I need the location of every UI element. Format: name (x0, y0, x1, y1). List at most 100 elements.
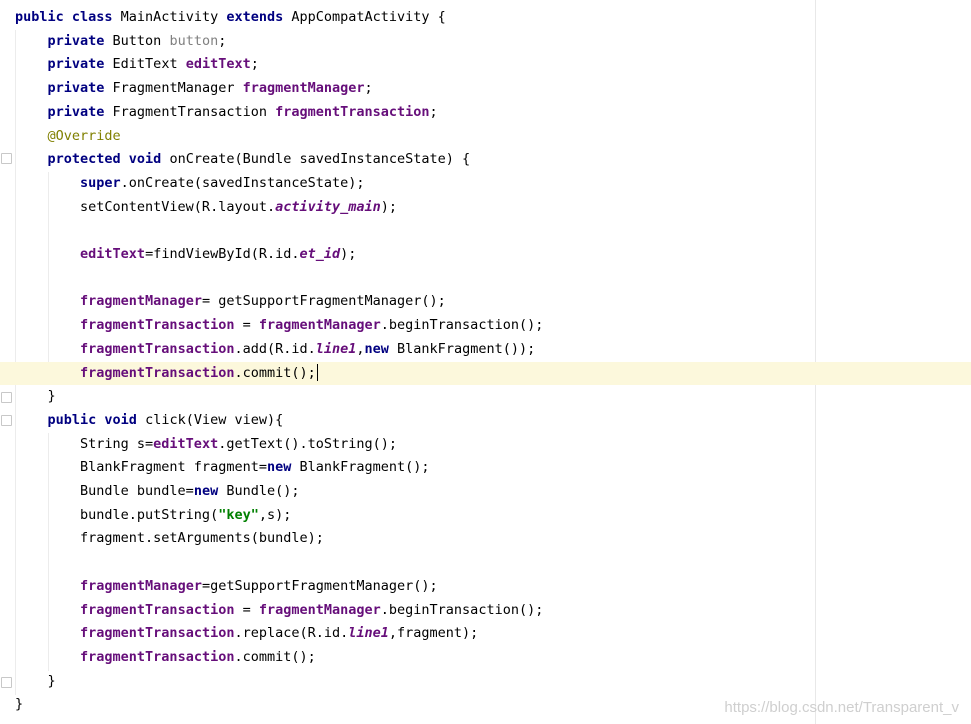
code-token: ,s); (258, 506, 292, 523)
code-token: fragmentTransaction (80, 340, 235, 357)
code-text: setContentView(R.layout.activity_main); (15, 196, 397, 220)
code-token: editText (80, 246, 146, 262)
code-token: } (15, 696, 24, 713)
code-token: fragmentTransaction (80, 625, 235, 642)
code-token: fragmentManager (80, 293, 202, 310)
code-token: .onCreate(savedInstanceState); (120, 174, 365, 191)
code-text: fragmentTransaction.commit(); (15, 362, 319, 386)
code-token: } (15, 388, 56, 405)
code-text: fragmentTransaction.replace(R.id.line1,f… (15, 622, 478, 646)
code-token: fragmentManager (258, 601, 381, 618)
code-text: fragmentTransaction.commit(); (15, 646, 316, 670)
code-line[interactable] (0, 267, 971, 291)
code-line[interactable]: String s=editText.getText().toString(); (0, 433, 971, 457)
code-token: =findViewById(R.id. (145, 246, 300, 262)
code-line[interactable]: bundle.putString("key",s); (0, 504, 971, 528)
code-line[interactable]: setContentView(R.layout.activity_main); (0, 196, 971, 220)
code-line[interactable]: super.onCreate(savedInstanceState); (0, 172, 971, 196)
code-line[interactable]: private FragmentTransaction fragmentTran… (0, 101, 971, 125)
code-token: .beginTransaction(); (380, 601, 544, 618)
code-line[interactable]: fragmentTransaction.replace(R.id.line1,f… (0, 622, 971, 646)
watermark: https://blog.csdn.net/Transparent_v (724, 699, 959, 716)
fold-collapse-icon[interactable] (1, 153, 12, 164)
code-text: @Override (15, 125, 121, 149)
code-token: , (356, 340, 365, 357)
fold-collapse-icon[interactable] (1, 392, 12, 403)
code-token: fragmentManager (258, 317, 381, 334)
code-text: super.onCreate(savedInstanceState); (15, 172, 365, 196)
fold-collapse-icon[interactable] (1, 677, 12, 688)
code-line[interactable]: fragmentTransaction.commit(); (0, 646, 971, 670)
code-token: click(View view){ (145, 411, 284, 428)
code-token: button (169, 32, 219, 49)
code-line[interactable]: } (0, 670, 971, 694)
code-text: public class MainActivity extends AppCom… (15, 6, 446, 30)
code-token: Bundle(); (226, 483, 300, 499)
code-token: new (364, 340, 398, 357)
code-line[interactable]: private Button button; (0, 30, 971, 54)
code-token: .beginTransaction(); (380, 317, 544, 334)
code-editor[interactable]: public class MainActivity extends AppCom… (0, 0, 971, 724)
code-line[interactable]: fragmentTransaction = fragmentManager.be… (0, 599, 971, 623)
code-text: } (15, 670, 56, 694)
code-line[interactable]: private FragmentManager fragmentManager; (0, 77, 971, 101)
code-token: EditText (112, 56, 186, 73)
fold-collapse-icon[interactable] (1, 415, 12, 426)
code-line[interactable]: editText=findViewById(R.id.et_id); (0, 243, 971, 267)
code-token: line1 (315, 340, 357, 357)
code-line[interactable]: fragmentTransaction.add(R.id.line1,new B… (0, 338, 971, 362)
code-token: =getSupportFragmentManager(); (201, 577, 438, 594)
code-line[interactable]: protected void onCreate(Bundle savedInst… (0, 148, 971, 172)
code-text: editText=findViewById(R.id.et_id); (15, 243, 356, 267)
code-line-current[interactable]: fragmentTransaction.commit(); (0, 361, 971, 386)
code-line[interactable]: @Override (0, 125, 971, 149)
code-line[interactable] (0, 219, 971, 243)
code-line[interactable]: fragment.setArguments(bundle); (0, 527, 971, 551)
code-token: onCreate(Bundle savedInstanceState) { (169, 151, 471, 168)
code-text: fragmentTransaction.add(R.id.line1,new B… (15, 338, 535, 362)
code-text: protected void onCreate(Bundle savedInst… (15, 148, 471, 172)
code-token: fragmentManager (242, 80, 365, 97)
code-line[interactable]: public void click(View view){ (0, 409, 971, 433)
code-line[interactable]: Bundle bundle=new Bundle(); (0, 480, 971, 504)
code-line[interactable]: BlankFragment fragment=new BlankFragment… (0, 456, 971, 480)
code-token: fragmentTransaction (80, 601, 235, 618)
code-line[interactable]: fragmentManager= getSupportFragmentManag… (0, 290, 971, 314)
code-token: = (234, 317, 259, 334)
code-text: public void click(View view){ (15, 409, 284, 433)
code-line[interactable]: public class MainActivity extends AppCom… (0, 6, 971, 30)
code-line[interactable] (0, 551, 971, 575)
code-token: private (47, 103, 113, 120)
code-token: ; (429, 103, 438, 120)
code-token: "key" (218, 506, 259, 523)
code-token: activity_main (275, 198, 381, 215)
code-token: FragmentTransaction (112, 103, 276, 120)
code-text: } (15, 693, 23, 717)
code-token: AppCompatActivity { (291, 9, 446, 25)
code-token: .commit(); (234, 364, 316, 381)
code-line[interactable]: } (0, 385, 971, 409)
code-token: FragmentManager (112, 80, 243, 97)
code-token: = (234, 601, 259, 618)
code-token: super (80, 174, 121, 191)
code-text: } (15, 385, 56, 409)
code-text: fragmentManager=getSupportFragmentManage… (15, 575, 438, 599)
code-line[interactable]: fragmentTransaction = fragmentManager.be… (0, 314, 971, 338)
code-token: bundle.putString( (15, 506, 219, 523)
code-line[interactable]: private EditText editText; (0, 53, 971, 77)
code-token: private (47, 56, 113, 73)
code-token: fragment.setArguments(bundle); (15, 530, 324, 547)
code-token: .add(R.id. (234, 340, 316, 357)
code-line[interactable]: fragmentManager=getSupportFragmentManage… (0, 575, 971, 599)
code-token: BlankFragment()); (397, 340, 536, 357)
